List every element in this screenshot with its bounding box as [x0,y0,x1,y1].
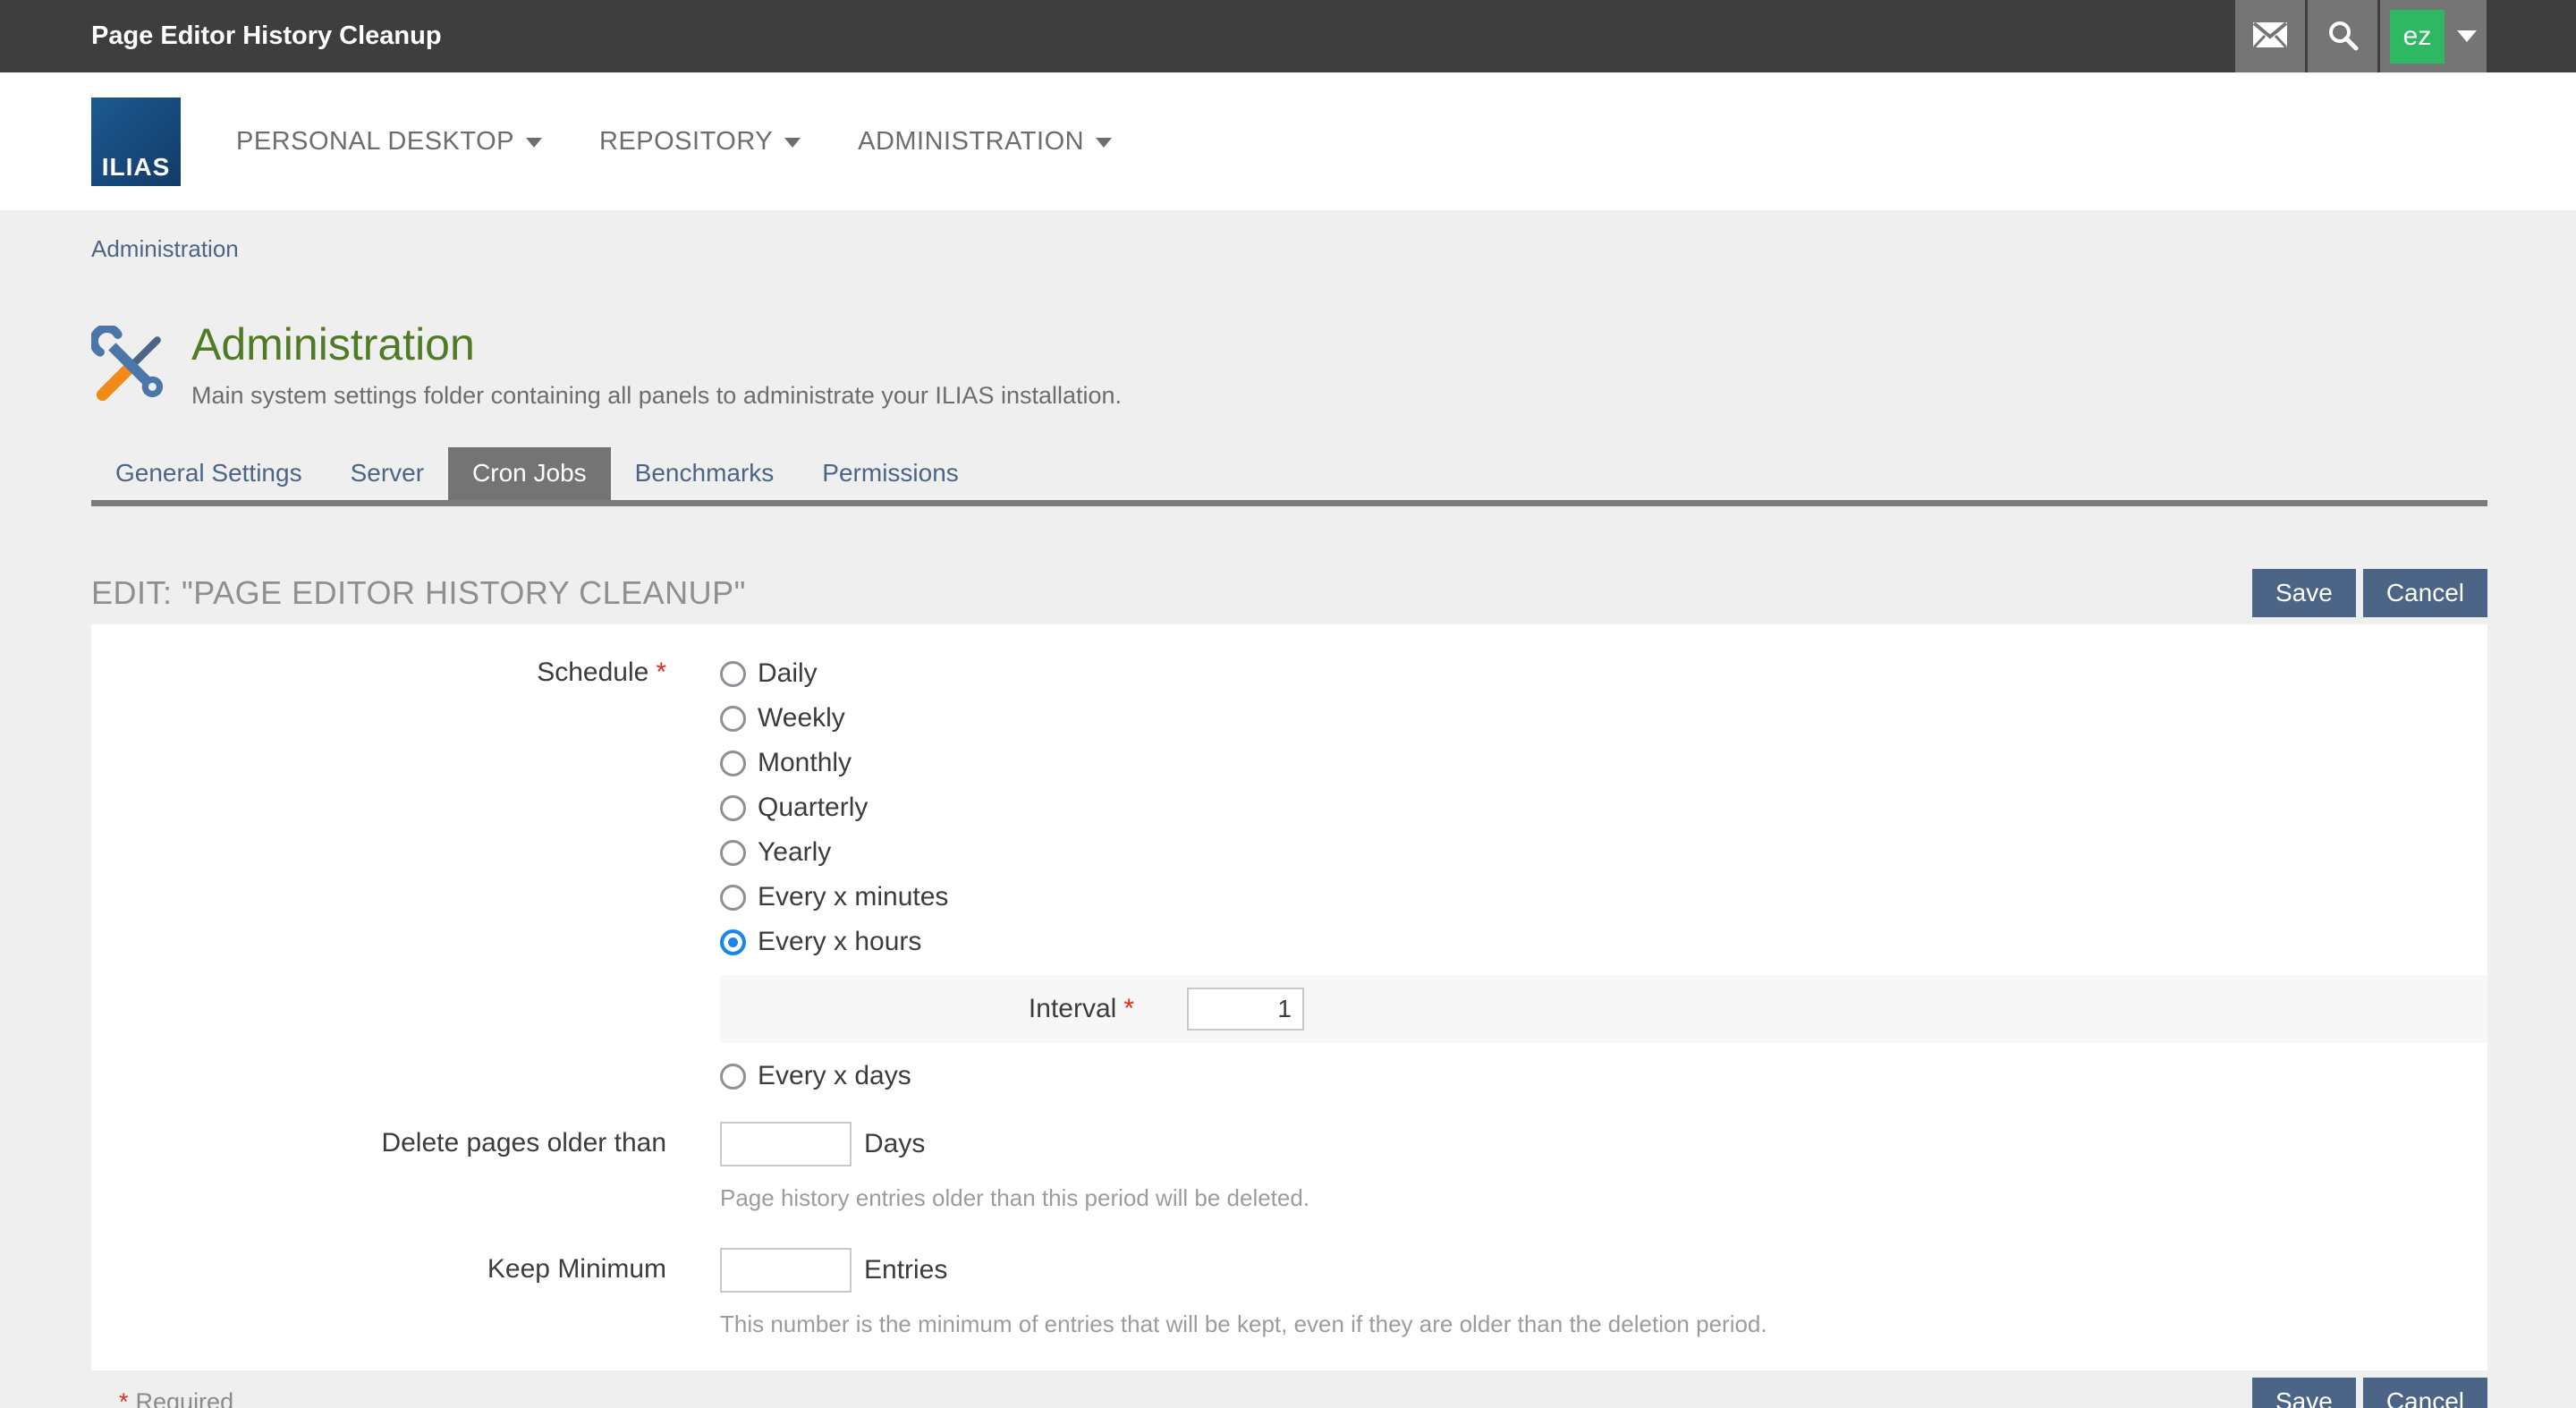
schedule-label: Schedule* [91,651,666,688]
caret-down-icon [2457,30,2477,42]
radio-daily[interactable]: Daily [720,651,2487,696]
radio-icon [720,885,746,911]
schedule-options: Daily Weekly Monthly Quarterly Yearly [720,651,2487,1098]
required-asterisk: * [656,657,666,687]
radio-every-x-days[interactable]: Every x days [720,1054,2487,1098]
tab-permissions[interactable]: Permissions [798,447,982,500]
tab-benchmarks[interactable]: Benchmarks [611,447,799,500]
user-menu-button[interactable]: ez [2377,0,2487,72]
page-title: Administration [191,320,1122,369]
interval-input[interactable] [1187,988,1304,1031]
form-footer: *Required Save Cancel [91,1378,2487,1408]
topbar-page-title: Page Editor History Cleanup [91,21,442,51]
search-icon [2326,19,2359,54]
keep-minimum-row: Keep Minimum Entries This number is the … [91,1248,2487,1338]
days-unit-label: Days [864,1129,925,1159]
keep-minimum-input[interactable] [720,1248,852,1293]
delete-pages-input[interactable] [720,1122,852,1166]
keep-minimum-label: Keep Minimum [91,1248,666,1285]
main-nav: PERSONAL DESKTOP REPOSITORY ADMINISTRATI… [236,127,1112,157]
delete-pages-label: Delete pages older than [91,1122,666,1158]
tab-general-settings[interactable]: General Settings [91,447,326,500]
delete-pages-row: Delete pages older than Days Page histor… [91,1122,2487,1212]
radio-icon [720,751,746,776]
radio-selected-icon [720,929,746,955]
radio-icon [720,840,746,866]
delete-pages-help: Page history entries older than this per… [720,1184,2487,1212]
radio-icon [720,1064,746,1090]
nav-item-label: REPOSITORY [599,127,773,157]
tab-cron-jobs[interactable]: Cron Jobs [448,447,611,500]
topbar: Page Editor History Cleanup ez [0,0,2576,72]
form-panel: Schedule* Daily Weekly Monthly Quarter [91,624,2487,1370]
content-area: Administration Administration Main syste… [91,235,2487,1408]
tools-icon [91,326,172,406]
radio-icon [720,795,746,821]
radio-yearly[interactable]: Yearly [720,830,2487,875]
mail-icon [2252,21,2288,51]
radio-icon [720,706,746,732]
top-action-buttons: Save Cancel [2252,569,2487,617]
tab-server[interactable]: Server [326,447,448,500]
form-section-title: EDIT: "PAGE EDITOR HISTORY CLEANUP" [91,574,746,612]
bottom-action-buttons: Save Cancel [2252,1378,2487,1408]
avatar: ez [2390,10,2445,64]
required-asterisk: * [1123,994,1134,1023]
nav-repository[interactable]: REPOSITORY [599,127,801,157]
save-button-bottom[interactable]: Save [2252,1378,2356,1408]
ilias-logo[interactable]: ILIAS [91,98,181,186]
page-title-text: Administration Main system settings fold… [191,320,1122,410]
interval-subpanel: Interval* [720,975,2487,1043]
tab-bar: General Settings Server Cron Jobs Benchm… [91,447,2487,500]
search-button[interactable] [2305,0,2377,72]
nav-personal-desktop[interactable]: PERSONAL DESKTOP [236,127,542,157]
keep-minimum-help: This number is the minimum of entries th… [720,1310,2487,1338]
breadcrumb: Administration [91,235,2487,263]
cancel-button[interactable]: Cancel [2363,569,2487,617]
chevron-down-icon [784,138,801,148]
nav-item-label: PERSONAL DESKTOP [236,127,514,157]
required-note: *Required [119,1388,233,1408]
page-title-block: Administration Main system settings fold… [91,320,2487,410]
radio-monthly[interactable]: Monthly [720,741,2487,785]
main-header: ILIAS PERSONAL DESKTOP REPOSITORY ADMINI… [0,72,2576,210]
nav-item-label: ADMINISTRATION [858,127,1084,157]
radio-every-x-minutes[interactable]: Every x minutes [720,875,2487,920]
nav-administration[interactable]: ADMINISTRATION [858,127,1112,157]
cancel-button-bottom[interactable]: Cancel [2363,1378,2487,1408]
required-asterisk: * [119,1388,129,1408]
entries-unit-label: Entries [864,1255,947,1285]
schedule-row: Schedule* Daily Weekly Monthly Quarter [91,651,2487,1098]
breadcrumb-link-administration[interactable]: Administration [91,235,239,262]
radio-icon [720,661,746,687]
page-subtitle: Main system settings folder containing a… [191,382,1122,410]
save-button[interactable]: Save [2252,569,2356,617]
chevron-down-icon [526,138,542,148]
form-section-head: EDIT: "PAGE EDITOR HISTORY CLEANUP" Save… [91,569,2487,617]
interval-label: Interval* [720,994,1134,1024]
chevron-down-icon [1096,138,1112,148]
tab-underline [91,500,2487,506]
radio-every-x-hours[interactable]: Every x hours [720,920,2487,964]
mail-button[interactable] [2233,0,2305,72]
radio-quarterly[interactable]: Quarterly [720,785,2487,830]
topbar-actions: ez [2233,0,2487,72]
radio-weekly[interactable]: Weekly [720,696,2487,741]
